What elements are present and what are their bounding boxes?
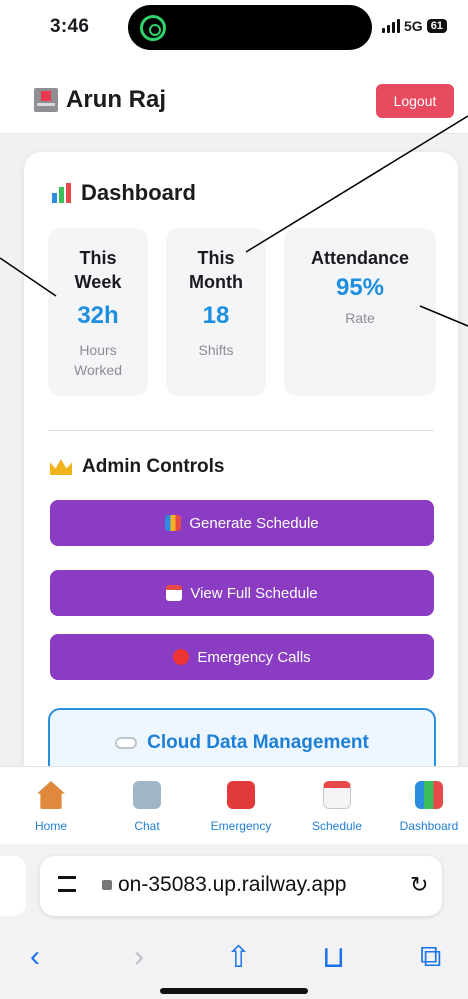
status-time: 3:46 [50, 16, 90, 37]
stat-caption: Rate [345, 310, 375, 326]
dashboard-card: Dashboard This Week 32h Hours Worked Thi… [24, 152, 458, 788]
nav-home[interactable]: Home [6, 781, 96, 833]
reader-icon[interactable] [58, 876, 76, 892]
signal-icon [382, 19, 400, 33]
user-name: Arun Raj [66, 86, 167, 113]
status-bar: 3:46 5G 61 [0, 0, 468, 56]
button-label: Generate Schedule [189, 514, 319, 532]
network-label: 5G [404, 18, 423, 34]
button-label: View Full Schedule [190, 584, 318, 602]
tabs-icon[interactable]: ⧉ [420, 940, 441, 974]
previous-tab[interactable] [0, 856, 26, 916]
nav-label: Schedule [311, 819, 363, 833]
nav-schedule[interactable]: Schedule [292, 781, 382, 833]
stat-value: 18 [202, 302, 230, 329]
bottom-nav: Home Chat Emergency Schedule Dashboard [0, 766, 468, 844]
calendar-icon [323, 781, 351, 809]
nav-emergency[interactable]: Emergency [196, 781, 286, 833]
dashboard-title: Dashboard [81, 180, 196, 205]
admin-heading: Admin Controls [50, 456, 225, 478]
cloud-icon [115, 737, 138, 749]
view-full-schedule-button[interactable]: View Full Schedule [50, 570, 434, 616]
admin-title: Admin Controls [82, 456, 225, 477]
lock-icon [102, 880, 112, 890]
generate-schedule-button[interactable]: Generate Schedule [50, 500, 434, 546]
app-header: Arun Raj Logout [0, 56, 468, 134]
stat-caption: Hours [79, 342, 117, 358]
robot-icon [133, 781, 161, 809]
emergency-calls-button[interactable]: Emergency Calls [50, 634, 434, 680]
logout-button[interactable]: Logout [376, 84, 454, 118]
cloud-title: Cloud Data Management [147, 732, 369, 753]
app-activity-icon [140, 15, 166, 41]
button-label: Emergency Calls [197, 648, 311, 666]
siren-icon [173, 649, 190, 665]
nav-label: Home [34, 819, 67, 833]
nav-dashboard[interactable]: Dashboard [384, 781, 468, 833]
share-icon[interactable]: ⇧ [226, 940, 251, 975]
stat-this-month: This Month 18 Shifts [166, 228, 266, 396]
forward-icon[interactable]: › [134, 940, 144, 974]
reload-icon[interactable]: ↻ [410, 872, 428, 898]
stat-value: 95% [335, 274, 385, 301]
nav-label: Emergency [210, 819, 272, 833]
stat-this-week: This Week 32h Hours Worked [48, 228, 148, 396]
back-icon[interactable]: ‹ [30, 940, 40, 974]
browser-toolbar: on-35083.up.railway.app ↻ ‹ › ⇧ ⊔ ⧉ [0, 844, 468, 999]
stat-label: Attendance [310, 248, 409, 268]
dashboard-heading: Dashboard [52, 180, 196, 206]
calendar-icon [166, 585, 183, 601]
status-indicators: 5G 61 [382, 18, 447, 34]
bookmarks-icon[interactable]: ⊔ [322, 940, 345, 975]
chart-icon [165, 515, 182, 531]
stat-label: Month [189, 272, 243, 292]
stat-attendance: Attendance 95% Rate [284, 228, 436, 396]
dynamic-island [128, 5, 372, 50]
hospital-icon [34, 88, 58, 112]
chart-icon [52, 183, 71, 203]
chart-icon [415, 781, 443, 809]
nav-label: Chat [134, 819, 160, 833]
url-text: on-35083.up.railway.app [118, 873, 347, 896]
siren-icon [227, 781, 255, 809]
home-indicator [160, 988, 308, 994]
home-icon [37, 781, 65, 809]
stat-label: This [197, 248, 235, 268]
stat-caption: Worked [74, 362, 122, 378]
nav-chat[interactable]: Chat [102, 781, 192, 833]
address-bar[interactable]: on-35083.up.railway.app ↻ [40, 856, 442, 916]
battery-icon: 61 [426, 19, 447, 33]
stat-value: 32h [77, 302, 119, 329]
stat-label: Week [74, 272, 122, 292]
nav-label: Dashboard [399, 819, 459, 833]
section-divider [48, 430, 434, 431]
crown-icon [50, 459, 72, 475]
stat-label: This [79, 248, 117, 268]
stat-caption: Shifts [198, 342, 234, 358]
